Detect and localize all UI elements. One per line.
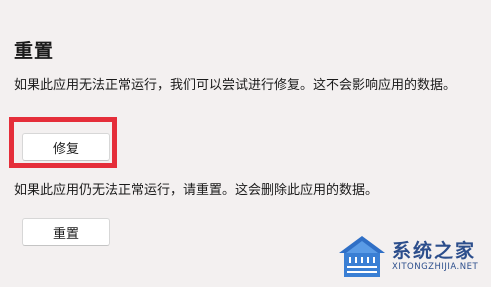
section-title: 重置: [14, 40, 55, 62]
reset-description: 如果此应用仍无法正常运行，请重置。这会删除此应用的数据。: [14, 183, 379, 198]
repair-description: 如果此应用无法正常运行，我们可以尝试进行修复。这不会影响应用的数据。: [14, 78, 457, 93]
house-logo-icon: [339, 236, 385, 277]
watermark-url: XITONGZHIJIA.NET: [392, 262, 479, 272]
watermark: 系统之家 XITONGZHIJIA.NET: [336, 229, 488, 285]
watermark-name: 系统之家: [392, 240, 477, 262]
repair-button[interactable]: 修复: [22, 133, 110, 161]
reset-button[interactable]: 重置: [22, 218, 110, 246]
